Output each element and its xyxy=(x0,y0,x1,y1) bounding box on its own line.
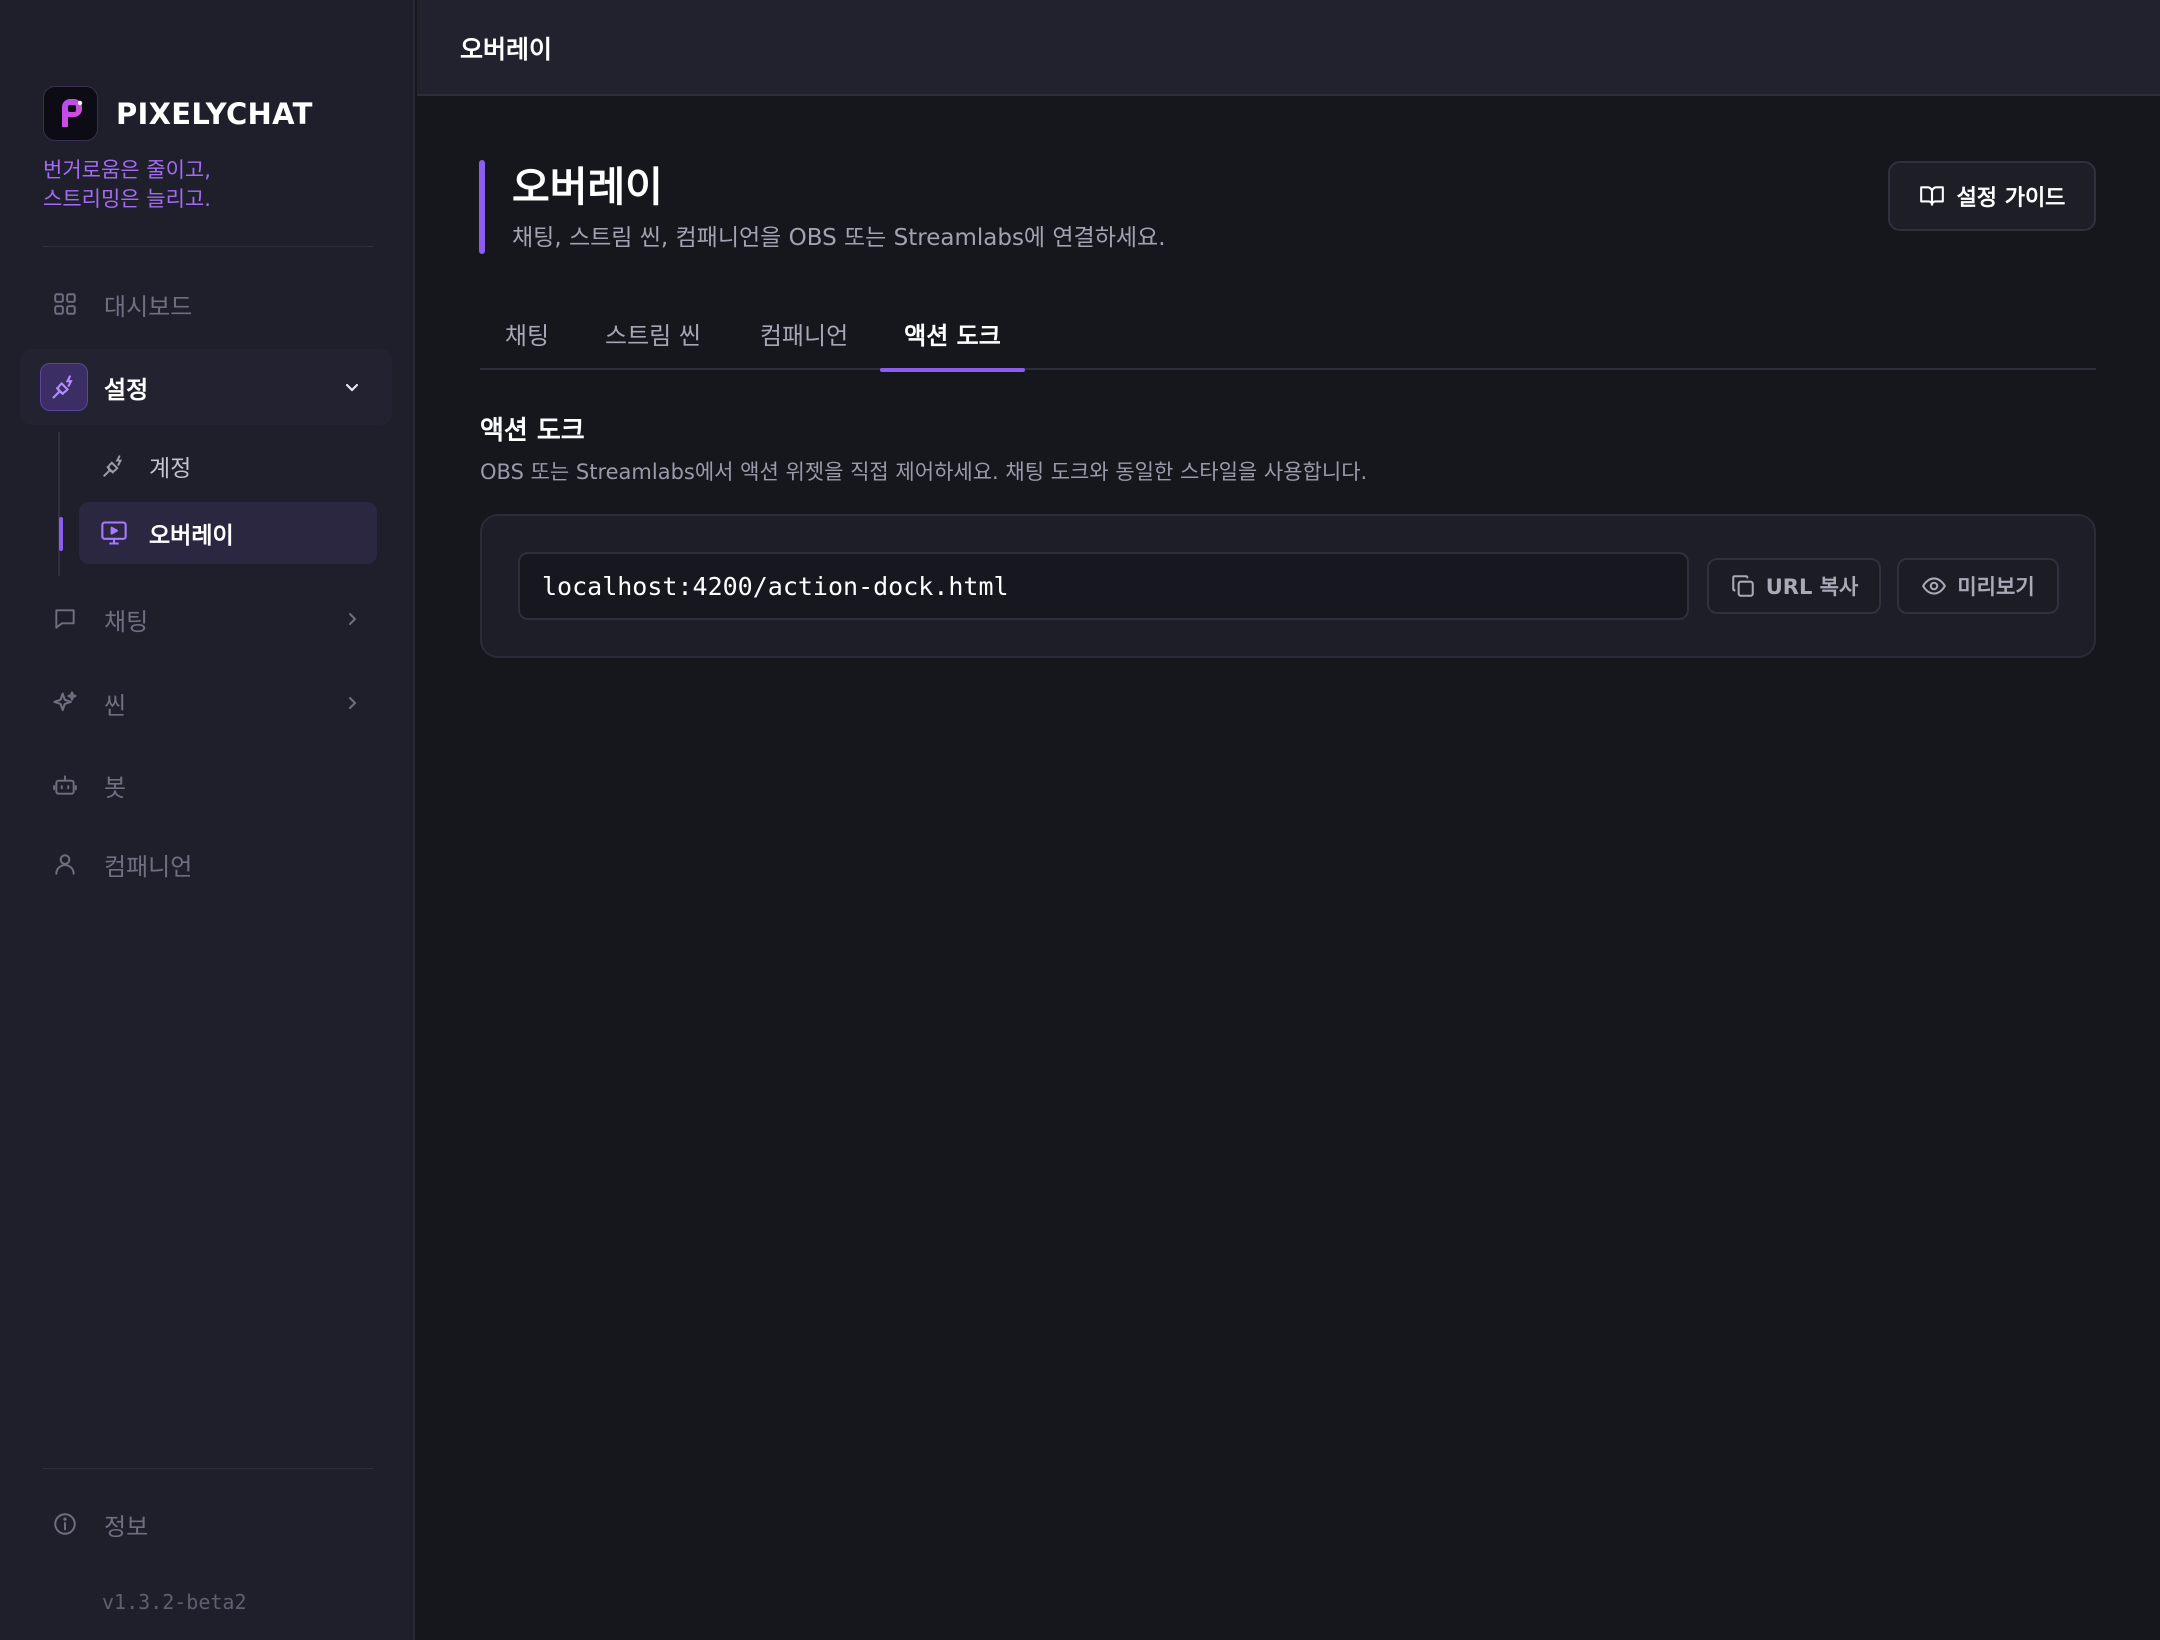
overlay-url-field[interactable]: localhost:4200/action-dock.html xyxy=(518,552,1689,620)
grid-icon xyxy=(50,289,80,319)
eye-icon xyxy=(1922,577,1947,595)
sparkles-icon xyxy=(50,688,80,718)
user-icon xyxy=(50,849,80,879)
brand-tagline: 번거로움은 줄이고, 스트리밍은 늘리고. xyxy=(43,156,211,214)
sidebar-item-dashboard[interactable]: 대시보드 xyxy=(20,266,392,342)
sidebar-item-scene[interactable]: 씬 xyxy=(20,665,392,741)
brand-name: PIXELYCHAT xyxy=(116,96,313,131)
overlay-url-card: localhost:4200/action-dock.html URL 복사 미… xyxy=(480,514,2096,658)
sidebar-subitem-label: 계정 xyxy=(149,456,192,482)
sidebar-item-chat[interactable]: 채팅 xyxy=(20,581,392,657)
tagline-line-2: 스트리밍은 늘리고. xyxy=(43,187,211,211)
monitor-play-icon xyxy=(99,518,129,548)
info-icon xyxy=(50,1509,80,1539)
breadcrumb: 오버레이 xyxy=(460,35,553,64)
sidebar-item-label: 씬 xyxy=(104,691,127,720)
chat-icon xyxy=(50,604,80,634)
sidebar: PIXELYCHAT 번거로움은 줄이고, 스트리밍은 늘리고. 대시보드 설정 xyxy=(0,0,415,1640)
page-title: 오버레이 xyxy=(512,163,663,211)
sidebar-item-label: 대시보드 xyxy=(104,292,193,321)
setup-guide-label: 설정 가이드 xyxy=(1956,186,2066,211)
tab-chat[interactable]: 채팅 xyxy=(504,316,550,370)
app-version: v1.3.2-beta2 xyxy=(102,1590,247,1614)
brand[interactable]: PIXELYCHAT xyxy=(43,86,313,141)
book-open-icon xyxy=(1919,186,1944,206)
sidebar-item-label: 정보 xyxy=(104,1512,149,1541)
sidebar-divider xyxy=(43,1468,373,1469)
chevron-right-icon xyxy=(349,613,357,625)
sidebar-item-label: 컴패니언 xyxy=(104,852,193,881)
app-root: PIXELYCHAT 번거로움은 줄이고, 스트리밍은 늘리고. 대시보드 설정 xyxy=(0,0,2160,1640)
section-title: 액션 도크 xyxy=(480,416,585,446)
sidebar-divider xyxy=(43,246,373,247)
tab-action-dock[interactable]: 액션 도크 xyxy=(880,316,1025,372)
sidebar-subitem-label: 오버레이 xyxy=(149,523,234,549)
sidebar-item-label: 봇 xyxy=(104,773,127,802)
copy-url-button[interactable]: URL 복사 xyxy=(1707,558,1881,614)
pixelychat-logo-icon xyxy=(43,86,98,141)
sidebar-subitem-overlay[interactable]: 오버레이 xyxy=(79,502,377,564)
setup-guide-button[interactable]: 설정 가이드 xyxy=(1888,161,2096,231)
overlay-tabs: 채팅 스트림 씬 컴패니언 액션 도크 xyxy=(480,302,2096,372)
page-subtitle: 채팅, 스트림 씬, 컴패니언을 OBS 또는 Streamlabs에 연결하세… xyxy=(512,225,1166,251)
submenu-guide-line xyxy=(58,432,60,576)
plug-icon xyxy=(40,363,88,411)
sidebar-item-info[interactable]: 정보 xyxy=(20,1486,392,1562)
preview-label: 미리보기 xyxy=(1957,575,2035,599)
top-bar: 오버레이 xyxy=(417,0,2160,96)
sidebar-item-label: 설정 xyxy=(104,375,149,404)
tab-stream-scene[interactable]: 스트림 씬 xyxy=(604,316,702,370)
copy-url-label: URL 복사 xyxy=(1765,575,1859,599)
plug-icon xyxy=(99,451,129,481)
tab-companion[interactable]: 컴패니언 xyxy=(758,316,850,370)
section-description: OBS 또는 Streamlabs에서 액션 위젯을 직접 제어하세요. 채팅 … xyxy=(480,460,1368,484)
sidebar-item-label: 채팅 xyxy=(104,607,149,636)
copy-icon xyxy=(1731,575,1754,597)
chevron-right-icon xyxy=(349,697,357,709)
chevron-down-icon xyxy=(345,383,359,392)
sidebar-item-settings[interactable]: 설정 xyxy=(20,349,392,425)
header-accent-bar xyxy=(479,160,485,254)
preview-button[interactable]: 미리보기 xyxy=(1897,558,2059,614)
bot-icon xyxy=(50,770,80,800)
tagline-line-1: 번거로움은 줄이고, xyxy=(43,158,211,182)
sidebar-item-companion[interactable]: 컴패니언 xyxy=(20,826,392,902)
active-indicator xyxy=(59,517,63,551)
sidebar-item-bot[interactable]: 봇 xyxy=(20,747,392,823)
sidebar-subitem-account[interactable]: 계정 xyxy=(79,435,377,497)
